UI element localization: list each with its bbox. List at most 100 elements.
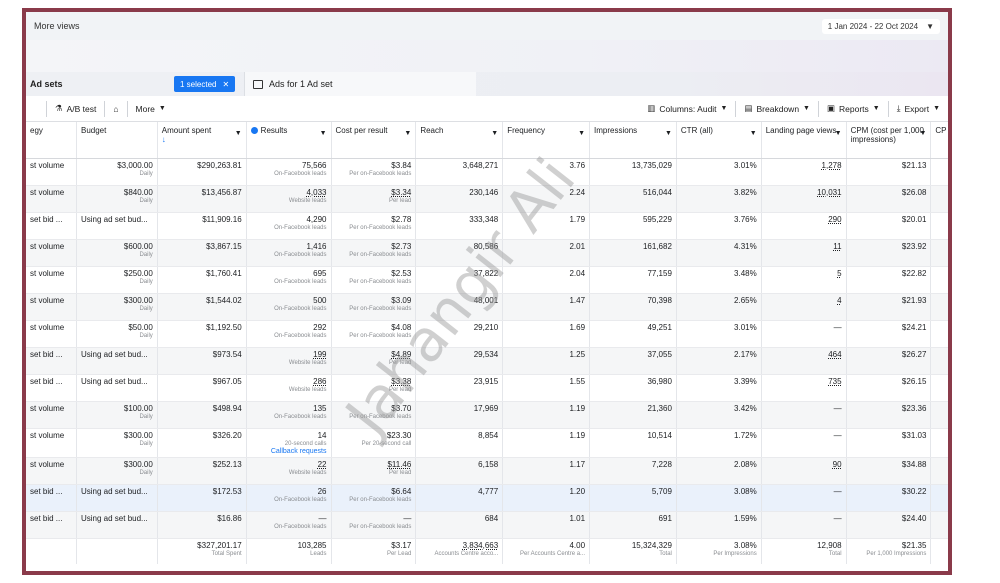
column-header[interactable]: Cost per result ▼: [331, 122, 417, 159]
results-cell: 1,416 On-Facebook leads: [246, 239, 332, 267]
ctr-cell: 3.82%: [676, 185, 762, 213]
cost-per-result-cell-value: $2.73: [391, 241, 412, 251]
column-header[interactable]: Frequency ▼: [502, 122, 591, 159]
date-range-picker[interactable]: 1 Jan 2024 - 22 Oct 2024 ▼: [821, 18, 940, 34]
table-row[interactable]: set bid ... Using ad set bud... $967.05 286…: [26, 374, 948, 402]
frequency-cell-value: 2.01: [569, 241, 586, 251]
frequency-cell: 2.24: [502, 185, 591, 213]
cpm-cell: $21.13: [846, 158, 932, 186]
results-cell-sublabel: Website leads: [288, 469, 327, 476]
chevron-down-icon: ▼: [319, 130, 327, 137]
truncated-cell: [930, 428, 948, 458]
tab-ads[interactable]: Ads for 1 Ad set: [244, 72, 476, 96]
ctr-cell-value: 3.39%: [734, 376, 757, 386]
table-row[interactable]: st volume $840.00 Daily $13,456.87 4,033 Webs…: [26, 185, 948, 213]
column-header[interactable]: CPM (cost per 1,000 impressions) ▼: [846, 122, 932, 159]
column-header[interactable]: CTR (all) ▼: [676, 122, 762, 159]
ctr-cell-value: 2.08%: [734, 459, 757, 469]
bid-strategy-cell: set bid ...: [26, 374, 77, 402]
total-landing-page-views-value: 12,908: [817, 540, 842, 550]
cost-per-result-cell-sublabel: Per lead: [388, 469, 412, 476]
column-header[interactable]: Results ▼: [246, 122, 332, 159]
cost-per-result-cell-value: $3.38: [391, 376, 412, 386]
table-row[interactable]: set bid ... Using ad set bud... $11,909.16…: [26, 212, 948, 240]
table-row[interactable]: set bid ... Using ad set bud... $973.54 199…: [26, 347, 948, 375]
cpm-cell: $23.92: [846, 239, 932, 267]
amount-spent-cell: $290,263.81: [157, 158, 247, 186]
budget-cell-value: $600.00: [123, 241, 153, 251]
table-row[interactable]: st volume $300.00 Daily $252.13 22 Website le…: [26, 457, 948, 485]
ctr-cell-value: 3.48%: [734, 268, 757, 278]
amount-spent-cell-value: $16.86: [217, 513, 242, 523]
column-header[interactable]: egy: [26, 122, 77, 159]
column-header[interactable]: Reach ▼: [415, 122, 504, 159]
table-row[interactable]: st volume $3,000.00 Daily $290,263.81 75,566…: [26, 158, 948, 186]
table-row[interactable]: st volume $300.00 Daily $326.20 14 20-second …: [26, 428, 948, 458]
export-button[interactable]: ⤓ Export ▼: [889, 96, 948, 121]
ad-sets-table: egy Budget Amount spent ↓ ▼ Results ▼ Cost per …: [26, 122, 948, 564]
reach-cell: 333,348: [415, 212, 504, 240]
reach-cell-value: 23,915: [473, 376, 499, 386]
breakdown-button[interactable]: ▤ Breakdown ▼: [736, 96, 818, 121]
total-reach-value: 3,834,663: [462, 540, 499, 550]
impressions-cell-value: 77,159: [647, 268, 672, 278]
reach-cell: 684: [415, 511, 504, 539]
landing-page-views-cell-value: —: [833, 486, 842, 496]
bid-strategy-cell-value: st volume: [30, 322, 65, 332]
total-ctr: 3.08% Per Impressions: [676, 538, 762, 564]
tab-ad-sets[interactable]: Ad sets: [30, 79, 63, 89]
callback-requests-link[interactable]: Callback requests: [251, 448, 327, 455]
cpm-cell-value: $24.40: [901, 513, 927, 523]
truncated-cell: [930, 401, 948, 429]
columns-button[interactable]: ▥ Columns: Audit ▼: [639, 96, 735, 121]
table-row[interactable]: set bid ... Using ad set bud... $172.53 26 O…: [26, 484, 948, 512]
frequency-cell-value: 1.25: [569, 349, 586, 359]
cost-per-result-cell-sublabel: Per on-Facebook leads: [349, 251, 412, 258]
truncated-cell: [930, 511, 948, 539]
more-button[interactable]: More ▼: [128, 96, 174, 121]
column-header[interactable]: Impressions ▼: [589, 122, 677, 159]
budget-cell-value: $3,000.00: [117, 160, 153, 170]
amount-spent-cell: $252.13: [157, 457, 247, 485]
frequency-cell-value: 2.04: [569, 268, 586, 278]
total-results-value: 103,285: [297, 540, 327, 550]
more-views-link[interactable]: More views: [34, 21, 80, 31]
table-row[interactable]: set bid ... Using ad set bud... $16.86— On-…: [26, 511, 948, 539]
cost-per-result-cell-sublabel: Per on-Facebook leads: [349, 332, 412, 339]
cost-per-result-cell-value: —: [403, 513, 412, 523]
chevron-down-icon: ▼: [872, 105, 880, 112]
toolbar: ⚗ A/B test ⌂ More ▼ ▥ Columns: Audit ▼ ▤…: [26, 96, 948, 122]
ctr-cell: 2.17%: [676, 347, 762, 375]
column-header[interactable]: CP: [930, 122, 948, 159]
tab-ads-label: Ads for 1 Ad set: [269, 79, 333, 89]
tag-button[interactable]: ⌂: [105, 96, 126, 121]
bid-strategy-cell: set bid ...: [26, 347, 77, 375]
column-header[interactable]: Amount spent ↓ ▼: [157, 122, 247, 159]
cost-per-result-cell-sublabel: Per on-Facebook leads: [349, 278, 412, 285]
reach-cell-value: 230,146: [469, 187, 499, 197]
ab-test-button[interactable]: ⚗ A/B test: [47, 96, 104, 121]
table-row[interactable]: st volume $100.00 Daily $498.94 135 On-Facebo…: [26, 401, 948, 429]
ctr-cell: 2.65%: [676, 293, 762, 321]
table-row[interactable]: st volume $600.00 Daily $3,867.15 1,416 On-Fa…: [26, 239, 948, 267]
selected-filter-pill[interactable]: 1 selected ✕: [174, 76, 236, 92]
impressions-cell-value: 161,682: [642, 241, 672, 251]
download-icon: ⤓: [896, 103, 901, 113]
table-row[interactable]: st volume $250.00 Daily $1,760.41 695 On-Face…: [26, 266, 948, 294]
more-label: More: [135, 103, 155, 114]
column-header[interactable]: Landing page views ▼: [761, 122, 847, 159]
bid-strategy-cell-value: st volume: [30, 295, 65, 305]
reports-button[interactable]: ▣ Reports ▼: [819, 96, 888, 121]
selected-label: 1 selected: [180, 79, 217, 89]
ctr-cell: 3.76%: [676, 212, 762, 240]
landing-page-views-cell: 5: [761, 266, 847, 294]
budget-cell-value: $50.00: [128, 322, 153, 332]
results-cell-value: 14: [317, 430, 327, 440]
ctr-cell: 1.59%: [676, 511, 762, 539]
table-row[interactable]: st volume $300.00 Daily $1,544.02 500 On-Face…: [26, 293, 948, 321]
table-row[interactable]: st volume $50.00 Daily $1,192.50 292 On-Faceb…: [26, 320, 948, 348]
close-icon[interactable]: ✕: [222, 80, 229, 89]
landing-page-views-cell: 735: [761, 374, 847, 402]
column-header[interactable]: Budget: [76, 122, 158, 159]
ctr-cell: 2.08%: [676, 457, 762, 485]
